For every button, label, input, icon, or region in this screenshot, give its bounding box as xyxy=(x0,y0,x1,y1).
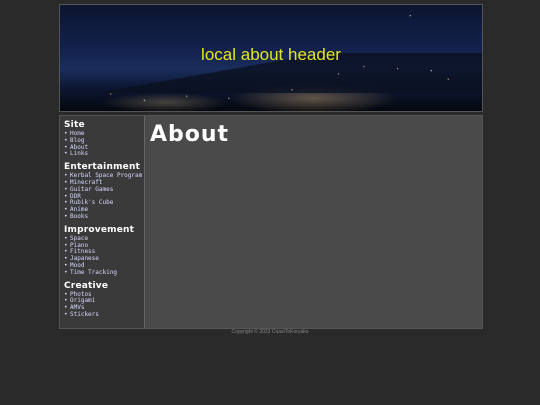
sidebar: Site Home Blog About Links Entertainment… xyxy=(60,116,145,328)
sidebar-section-title-entertainment: Entertainment xyxy=(64,162,141,173)
sidebar-item-time-tracking[interactable]: Time Tracking xyxy=(64,269,144,277)
sidebar-list-creative: Photos Origami AMVs Stickers xyxy=(64,291,144,319)
page-title: About xyxy=(150,122,230,147)
sidebar-list-site: Home Blog About Links xyxy=(64,130,144,158)
header-title: local about header xyxy=(201,45,341,64)
header-banner: local about header xyxy=(59,4,483,112)
sidebar-section-title-creative: Creative xyxy=(64,280,109,291)
main-content: About xyxy=(150,122,229,147)
sidebar-item-books[interactable]: Books xyxy=(64,213,144,221)
sidebar-section-title-site: Site xyxy=(64,120,85,130)
sidebar-list-improvement: Space Piano Fitness Japanese Mood Time T… xyxy=(64,235,144,277)
sidebar-list-entertainment: Kerbal Space Program Minecraft Guitar Ga… xyxy=(64,172,144,221)
content-frame: Site Home Blog About Links Entertainment… xyxy=(59,115,483,329)
sidebar-item-stickers[interactable]: Stickers xyxy=(64,311,144,319)
sidebar-section-title-improvement: Improvement xyxy=(64,224,135,235)
footer-copyright: Copyright © 2023 CoastToKoryako xyxy=(231,329,309,335)
sidebar-item-links[interactable]: Links xyxy=(64,151,144,158)
